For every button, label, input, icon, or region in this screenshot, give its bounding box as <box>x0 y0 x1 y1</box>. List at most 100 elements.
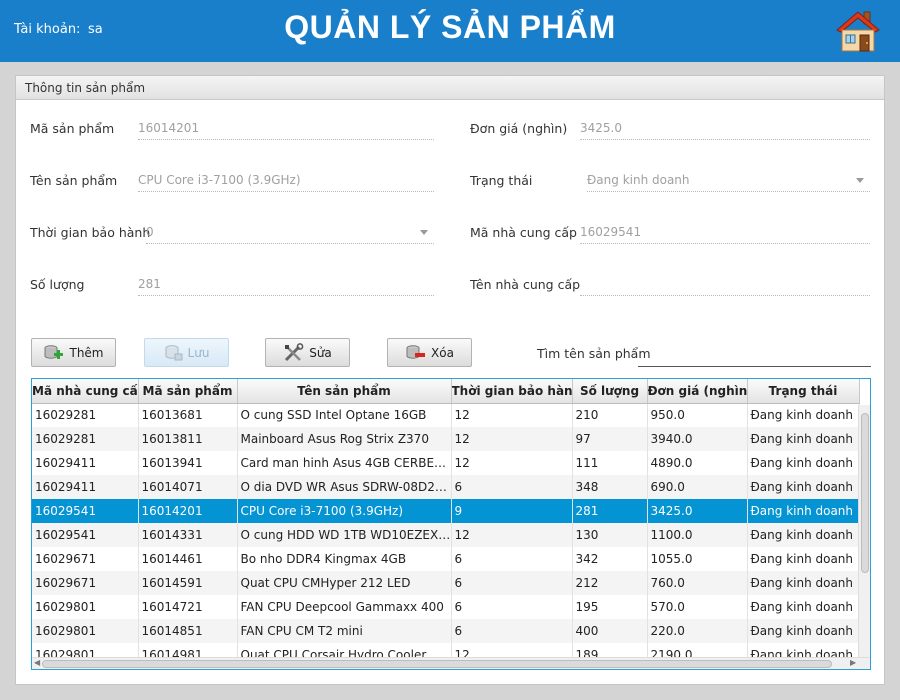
table-cell: 16014721 <box>138 595 238 619</box>
table-row[interactable]: 16029411 16014071 O dia DVD WR Asus SDRW-0… <box>32 475 860 499</box>
add-database-icon <box>44 344 64 359</box>
chevron-down-icon <box>420 230 428 235</box>
table-cell: 212 <box>572 571 648 595</box>
table-row[interactable]: 16029671 16014461 Bo nho DDR4 Kingmax 4GB 6… <box>32 547 860 571</box>
table-cell: O dia DVD WR Asus SDRW-08D2S-S <box>237 475 452 499</box>
table-cell: 12 <box>451 427 573 451</box>
quantity-input[interactable] <box>138 272 434 296</box>
column-header[interactable]: Trạng thái <box>747 379 860 404</box>
table-cell: 16029801 <box>32 595 139 619</box>
warranty-label: Thời gian bảo hành <box>30 225 151 240</box>
table-cell: Đang kinh doanh <box>747 571 860 595</box>
column-header[interactable]: Số lượng <box>572 379 648 404</box>
home-button[interactable] <box>834 8 882 54</box>
table-cell: 210 <box>572 403 648 427</box>
table-row[interactable]: 16029411 16013941 Card man hinh Asus 4GB C… <box>32 451 860 475</box>
status-select[interactable]: Đang kinh doanh <box>587 168 870 192</box>
status-label: Trạng thái <box>470 173 533 188</box>
add-button[interactable]: Thêm <box>31 338 116 367</box>
table-cell: Mainboard Asus Rog Strix Z370 <box>237 427 452 451</box>
table-cell: 16029541 <box>32 499 139 523</box>
column-header[interactable]: Mã nhà cung cấp <box>32 379 139 404</box>
table-row[interactable]: 16029541 16014201 CPU Core i3-7100 (3.9GHz… <box>32 499 860 523</box>
table-cell: 16014201 <box>138 499 238 523</box>
save-button[interactable]: Lưu <box>144 338 229 367</box>
table-cell: Đang kinh doanh <box>747 619 860 643</box>
table-cell: Bo nho DDR4 Kingmax 4GB <box>237 547 452 571</box>
vertical-scrollbar[interactable] <box>858 405 870 661</box>
horizontal-scrollbar[interactable]: ◀ ▶ <box>32 657 870 669</box>
table-cell: 97 <box>572 427 648 451</box>
table-cell: Card man hinh Asus 4GB CERBERUS-GTX1050T… <box>237 451 452 475</box>
table-cell: 6 <box>451 595 573 619</box>
scroll-right-icon[interactable]: ▶ <box>850 658 856 668</box>
table-cell: Đang kinh doanh <box>747 595 860 619</box>
table-cell: 16029671 <box>32 571 139 595</box>
table-cell: 16029801 <box>32 619 139 643</box>
app-header: Tài khoản: sa QUẢN LÝ SẢN PHẨM <box>0 0 900 62</box>
table-cell: 9 <box>451 499 573 523</box>
table-cell: 6 <box>451 619 573 643</box>
table-cell: 12 <box>451 403 573 427</box>
price-input[interactable] <box>580 116 870 140</box>
table-cell: 16029671 <box>32 547 139 571</box>
price-label: Đơn giá (nghìn) <box>470 121 568 136</box>
table-cell: FAN CPU CM T2 mini <box>237 619 452 643</box>
save-database-icon <box>165 344 183 360</box>
column-header[interactable]: Đơn giá (nghìn) <box>647 379 748 404</box>
warranty-value: 0 <box>146 225 154 239</box>
vertical-scroll-thumb[interactable] <box>861 413 869 573</box>
scroll-left-icon[interactable]: ◀ <box>34 658 40 668</box>
tools-icon <box>285 342 304 361</box>
supplier-id-input[interactable] <box>580 220 870 244</box>
table-cell: Đang kinh doanh <box>747 427 860 451</box>
table-cell: FAN CPU Deepcool Gammaxx 400 <box>237 595 452 619</box>
horizontal-scroll-thumb[interactable] <box>42 660 832 668</box>
supplier-name-input[interactable] <box>580 272 870 296</box>
table-cell: 195 <box>572 595 648 619</box>
table-cell: Đang kinh doanh <box>747 403 860 427</box>
product-table[interactable]: Mã nhà cung cấp Mã sản phẩm Tên sản phẩm… <box>31 378 871 670</box>
column-header[interactable]: Thời gian bảo hành <box>451 379 573 404</box>
table-cell: 570.0 <box>647 595 748 619</box>
table-cell: 6 <box>451 571 573 595</box>
table-row[interactable]: 16029671 16014591 Quat CPU CMHyper 212 LED… <box>32 571 860 595</box>
table-cell: 3940.0 <box>647 427 748 451</box>
table-cell: 16014851 <box>138 619 238 643</box>
status-value: Đang kinh doanh <box>587 173 690 187</box>
search-label: Tìm tên sản phẩm <box>537 346 651 361</box>
table-cell: Đang kinh doanh <box>747 547 860 571</box>
table-header-row: Mã nhà cung cấp Mã sản phẩm Tên sản phẩm… <box>32 379 860 404</box>
product-name-input[interactable] <box>138 168 434 192</box>
search-input[interactable] <box>638 340 871 367</box>
column-header[interactable]: Mã sản phẩm <box>138 379 238 404</box>
product-name-label: Tên sản phẩm <box>30 173 118 188</box>
delete-button[interactable]: Xóa <box>387 338 472 367</box>
house-icon <box>836 11 880 52</box>
table-cell: Đang kinh doanh <box>747 451 860 475</box>
table-cell: 16029411 <box>32 475 139 499</box>
table-cell: Đang kinh doanh <box>747 523 860 547</box>
table-row[interactable]: 16029801 16014851 FAN CPU CM T2 mini 6 400 22… <box>32 619 860 643</box>
table-cell: 16013681 <box>138 403 238 427</box>
table-cell: 3425.0 <box>647 499 748 523</box>
column-header[interactable]: Tên sản phẩm <box>237 379 452 404</box>
table-row[interactable]: 16029801 16014721 FAN CPU Deepcool Gammaxx… <box>32 595 860 619</box>
table-cell: 6 <box>451 475 573 499</box>
table-row[interactable]: 16029281 16013811 Mainboard Asus Rog Strix… <box>32 427 860 451</box>
table-cell: 16029281 <box>32 403 139 427</box>
table-cell: 16014331 <box>138 523 238 547</box>
table-cell: 281 <box>572 499 648 523</box>
product-id-input[interactable] <box>138 116 434 140</box>
table-cell: 342 <box>572 547 648 571</box>
table-cell: Đang kinh doanh <box>747 499 860 523</box>
table-cell: 400 <box>572 619 648 643</box>
table-row[interactable]: 16029281 16013681 O cung SSD Intel Optane … <box>32 403 860 427</box>
table-row[interactable]: 16029541 16014331 O cung HDD WD 1TB WD10EZ… <box>32 523 860 547</box>
add-button-label: Thêm <box>69 345 104 360</box>
table-cell: 12 <box>451 523 573 547</box>
table-cell: 4890.0 <box>647 451 748 475</box>
warranty-select[interactable]: 0 <box>146 220 434 244</box>
table-cell: 6 <box>451 547 573 571</box>
edit-button[interactable]: Sửa <box>265 338 350 367</box>
